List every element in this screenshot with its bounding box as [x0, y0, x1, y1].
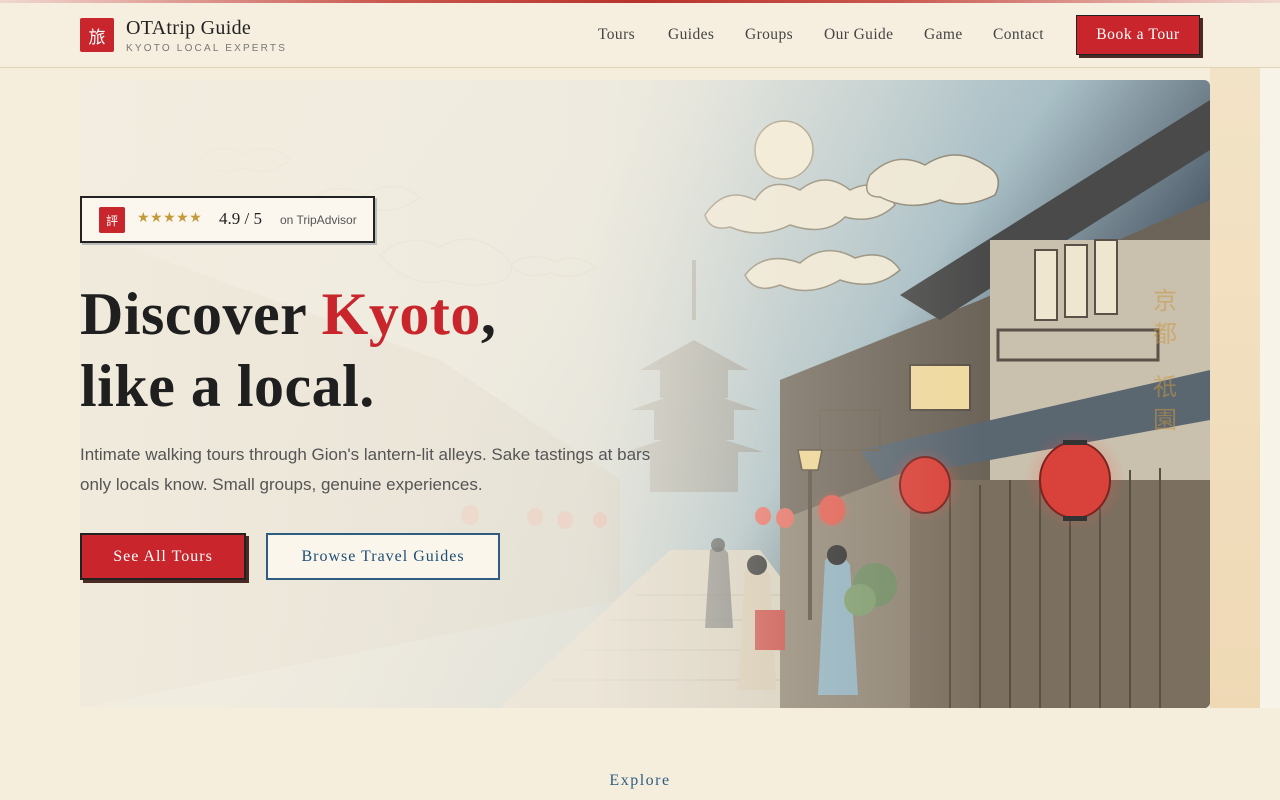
rating-badge[interactable]: 評 ★★★★★ 4.9 / 5 on TripAdvisor	[80, 196, 375, 243]
explore-label: Explore	[609, 772, 671, 789]
headline-accent: Kyoto	[321, 281, 481, 347]
review-icon: 評	[99, 207, 125, 233]
kanji-char: 祇	[1153, 373, 1177, 401]
main-nav: Tours Guides Groups Our Guide Game Conta…	[598, 26, 1053, 44]
headline-line2: like a local.	[80, 353, 375, 419]
book-tour-button[interactable]: Book a Tour	[1076, 15, 1200, 55]
star-rating: ★★★★★	[137, 210, 203, 226]
nav-groups[interactable]: Groups	[745, 26, 824, 44]
browse-travel-guides-button[interactable]: Browse Travel Guides	[266, 533, 500, 580]
rating-source: on TripAdvisor	[280, 213, 357, 227]
vertical-kanji: 京 都 祇 園	[1150, 285, 1180, 437]
headline-part1: Discover	[80, 281, 322, 347]
nav-guides[interactable]: Guides	[668, 26, 745, 44]
nav-tours[interactable]: Tours	[598, 26, 668, 44]
nav-our-guide[interactable]: Our Guide	[824, 26, 924, 44]
hero-headline: Discover Kyoto, like a local.	[80, 278, 496, 422]
nav-contact[interactable]: Contact	[993, 26, 1053, 44]
headline-part2: ,	[480, 281, 497, 347]
see-all-tours-button[interactable]: See All Tours	[80, 533, 246, 580]
logo-icon[interactable]: 旅	[80, 18, 114, 52]
hero-description: Intimate walking tours through Gion's la…	[80, 445, 651, 494]
brand-name[interactable]: OTAtrip Guide	[126, 17, 251, 40]
page-edge	[1260, 68, 1280, 708]
kanji-char: 都	[1153, 320, 1177, 348]
nav-game[interactable]: Game	[924, 26, 993, 44]
brand-tagline: KYOTO LOCAL EXPERTS	[126, 43, 288, 54]
hero-side-panel	[1210, 68, 1260, 708]
rating-score: 4.9 / 5	[219, 209, 262, 228]
site-header: 旅 OTAtrip Guide KYOTO LOCAL EXPERTS Tour…	[0, 3, 1280, 68]
kanji-char: 京	[1153, 287, 1177, 315]
kanji-char: 園	[1153, 406, 1177, 434]
